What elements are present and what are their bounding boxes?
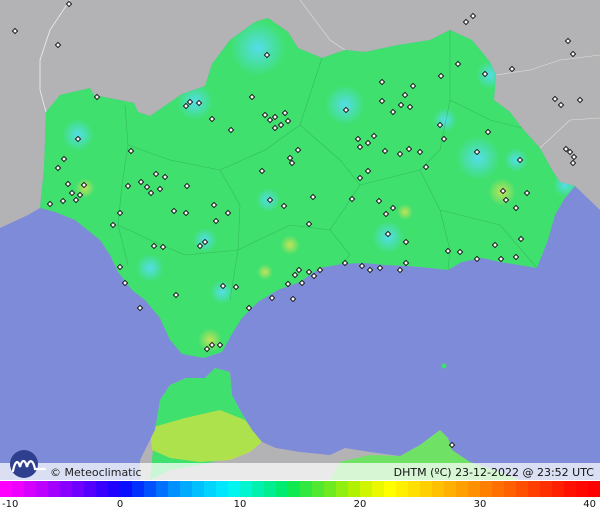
colorbar-segment <box>372 481 384 497</box>
colorbar-segment <box>48 481 60 497</box>
colorbar-segment <box>240 481 252 497</box>
colorbar-segment <box>348 481 360 497</box>
warm-spot <box>198 328 222 352</box>
colorbar-segment <box>180 481 192 497</box>
cool-spot <box>433 108 457 132</box>
colorbar-segment <box>216 481 228 497</box>
colorbar-tick-label: -10 <box>2 499 19 510</box>
colorbar-tick-label: 10 <box>233 499 247 510</box>
colorbar-segment <box>288 481 300 497</box>
colorbar-segment <box>252 481 264 497</box>
colorbar-segment <box>72 481 84 497</box>
colorbar-segment <box>84 481 96 497</box>
colorbar-segment <box>516 481 528 497</box>
cool-spot <box>456 136 500 180</box>
colorbar-segment <box>24 481 36 497</box>
colorbar-segment <box>324 481 336 497</box>
colorbar-segment <box>132 481 144 497</box>
colorbar-segment <box>144 481 156 497</box>
brand-label: © Meteoclimatic <box>50 466 142 479</box>
colorbar-segment <box>156 481 168 497</box>
alboran-island <box>441 363 447 369</box>
meteoclimatic-logo <box>10 450 47 478</box>
colorbar-tick-label: 0 <box>116 499 124 510</box>
colorbar-segment <box>192 481 204 497</box>
colorbar-segment <box>384 481 396 497</box>
colorbar-segment <box>576 481 588 497</box>
colorbar-segment <box>528 481 540 497</box>
colorbar-segment <box>432 481 444 497</box>
temperature-colorbar <box>0 481 600 497</box>
temperature-map <box>0 0 600 480</box>
colorbar-segment <box>360 481 372 497</box>
cool-spot <box>504 148 528 172</box>
colorbar-segment <box>504 481 516 497</box>
colorbar-segment <box>276 481 288 497</box>
colorbar-segment <box>264 481 276 497</box>
colorbar-segment <box>300 481 312 497</box>
colorbar-segment <box>36 481 48 497</box>
cool-spot <box>136 254 164 282</box>
colorbar-segment <box>168 481 180 497</box>
colorbar-segment <box>120 481 132 497</box>
colorbar-segment <box>492 481 504 497</box>
colorbar-segment <box>108 481 120 497</box>
colorbar-segment <box>396 481 408 497</box>
colorbar-segment <box>588 481 600 497</box>
cool-spot <box>325 85 365 125</box>
colorbar-ticks: -10 0 10 20 30 40 <box>0 497 600 517</box>
cool-spot <box>210 280 234 304</box>
warm-spot <box>257 264 273 280</box>
colorbar-tick-label: 20 <box>353 499 367 510</box>
warm-spot <box>397 204 413 220</box>
colorbar-segment <box>336 481 348 497</box>
colorbar-segment <box>444 481 456 497</box>
colorbar-segment <box>312 481 324 497</box>
colorbar-segment <box>468 481 480 497</box>
colorbar-segment <box>552 481 564 497</box>
colorbar-segment <box>564 481 576 497</box>
colorbar-segment <box>204 481 216 497</box>
colorbar-segment <box>420 481 432 497</box>
colorbar-segment <box>12 481 24 497</box>
colorbar-segment <box>96 481 108 497</box>
colorbar-tick-label: 30 <box>473 499 487 510</box>
colorbar-segment <box>480 481 492 497</box>
map-caption: DHTM (ºC) 23-12-2022 @ 23:52 UTC <box>393 466 594 479</box>
colorbar-segment <box>228 481 240 497</box>
warm-spot <box>280 235 300 255</box>
colorbar-segment <box>0 481 12 497</box>
colorbar-segment <box>540 481 552 497</box>
cool-spot <box>62 119 94 151</box>
colorbar-segment <box>456 481 468 497</box>
colorbar-tick-label: 40 <box>583 499 596 510</box>
colorbar-segment <box>408 481 420 497</box>
colorbar-segment <box>60 481 72 497</box>
